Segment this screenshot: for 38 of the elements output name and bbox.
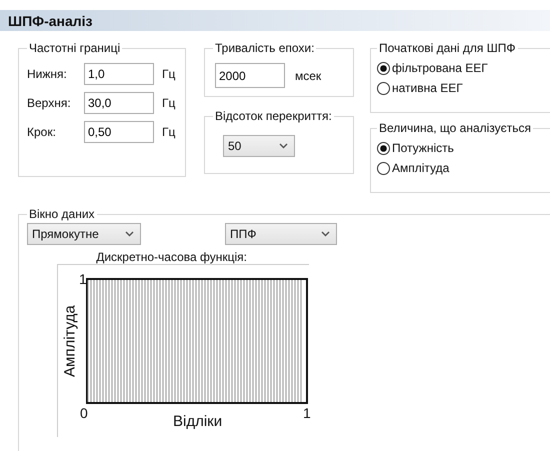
radio-button[interactable]: [377, 142, 390, 154]
plot-title: Дискретно-часова функція:: [95, 250, 248, 264]
input-field[interactable]: 30,0: [84, 92, 154, 114]
unit-label: мсек: [295, 68, 322, 82]
radio-option[interactable]: Потужність: [377, 141, 542, 155]
group-label: Відсоток перекриття:: [214, 109, 333, 123]
group-label: Величина, що аналізується: [378, 121, 532, 135]
axis-tick-label: 0: [80, 405, 88, 421]
chevron-down-icon: [321, 231, 330, 237]
radio-button[interactable]: [377, 62, 390, 74]
chevron-down-icon: [279, 143, 288, 149]
input-field[interactable]: 0,50: [84, 121, 154, 143]
axis-label: Амплітуда: [60, 304, 80, 379]
radio-button[interactable]: [377, 82, 390, 94]
unit-label: Гц: [162, 125, 176, 139]
input-field[interactable]: 1,0: [84, 63, 154, 85]
field-label: Нижня:: [27, 67, 68, 81]
dropdown[interactable]: ППФ: [225, 223, 337, 245]
dropdown[interactable]: Прямокутне: [27, 223, 141, 245]
radio-button[interactable]: [377, 162, 390, 174]
axis-tick-label: 1: [303, 405, 311, 421]
axis-tick-label: 1: [79, 271, 87, 287]
group-label: Частотні границі: [28, 41, 122, 55]
axis-label: Відліки: [173, 413, 222, 430]
radio-option[interactable]: нативна ЕЕГ: [377, 81, 542, 95]
radio-option[interactable]: Амплітуда: [377, 161, 542, 175]
field-label: Верхня:: [27, 96, 72, 110]
radio-option[interactable]: фільтрована ЕЕГ: [377, 61, 542, 75]
group-label: Тривалість епохи:: [214, 41, 316, 55]
panel-title: ШПФ-аналіз: [8, 12, 93, 28]
group-label: Вікно даних: [28, 207, 96, 221]
unit-label: Гц: [162, 67, 176, 81]
field-label: Крок:: [27, 125, 57, 139]
chevron-down-icon: [125, 231, 134, 237]
dropdown[interactable]: 50: [223, 135, 295, 157]
input-field[interactable]: 2000: [215, 63, 285, 88]
group-label: Початкові дані для ШПФ: [378, 41, 517, 55]
unit-label: Гц: [162, 96, 176, 110]
